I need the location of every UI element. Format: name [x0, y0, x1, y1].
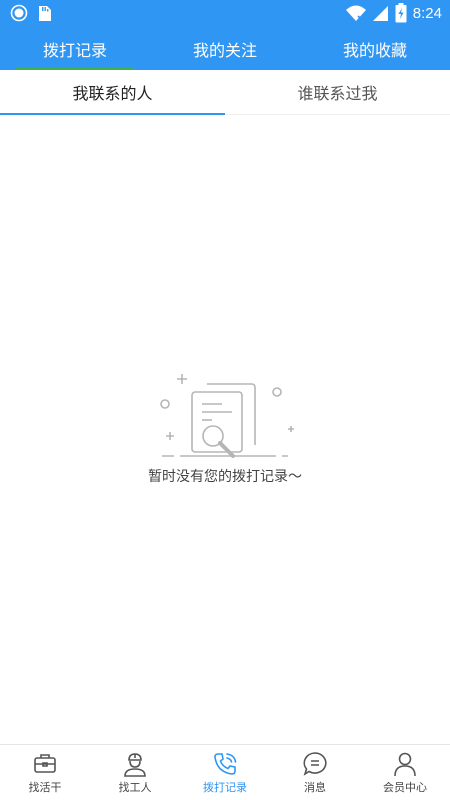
nav-label-messages: 消息 [304, 780, 326, 794]
wifi-icon [345, 5, 366, 21]
top-tab-bar: 拨打记录 我的关注 我的收藏 [0, 28, 450, 70]
status-left-icons [10, 4, 52, 22]
record-icon [10, 4, 28, 22]
chat-icon [303, 751, 327, 776]
document-search-icon [160, 374, 294, 458]
tab-call-records[interactable]: 拨打记录 [0, 28, 150, 70]
nav-member-center[interactable]: 会员中心 [360, 745, 450, 800]
bottom-nav: 找活干 找工人 拨打记录 消息 会员中心 [0, 744, 450, 800]
status-right-icons: 8:24 [345, 3, 442, 23]
tab-my-follows[interactable]: 我的关注 [150, 28, 300, 70]
sd-card-icon [39, 6, 51, 21]
empty-state: 暂时没有您的拨打记录～ [0, 370, 450, 486]
subtab-who-contacted-me[interactable]: 谁联系过我 [225, 70, 450, 114]
nav-call-records[interactable]: 拨打记录 [180, 745, 270, 800]
phone-call-icon [214, 752, 237, 775]
nav-label-member-center: 会员中心 [383, 780, 427, 794]
status-bar: 8:24 [0, 0, 450, 28]
nav-label-find-work: 找活干 [28, 780, 62, 794]
briefcase-icon [34, 753, 56, 773]
signal-icon [372, 6, 388, 21]
nav-label-call-records: 拨打记录 [203, 780, 247, 794]
nav-find-work[interactable]: 找活干 [0, 745, 90, 800]
tab-my-favorites[interactable]: 我的收藏 [300, 28, 450, 70]
status-time: 8:24 [412, 4, 442, 22]
nav-messages[interactable]: 消息 [270, 745, 360, 800]
nav-find-workers[interactable]: 找工人 [90, 745, 180, 800]
nav-label-find-workers: 找工人 [118, 780, 152, 794]
subtab-people-i-contacted[interactable]: 我联系的人 [0, 70, 225, 115]
user-icon [394, 752, 416, 776]
sub-tab-bar: 我联系的人 谁联系过我 [0, 70, 450, 115]
battery-icon [395, 3, 407, 23]
empty-state-message: 暂时没有您的拨打记录～ [148, 469, 302, 485]
worker-icon [124, 752, 146, 777]
